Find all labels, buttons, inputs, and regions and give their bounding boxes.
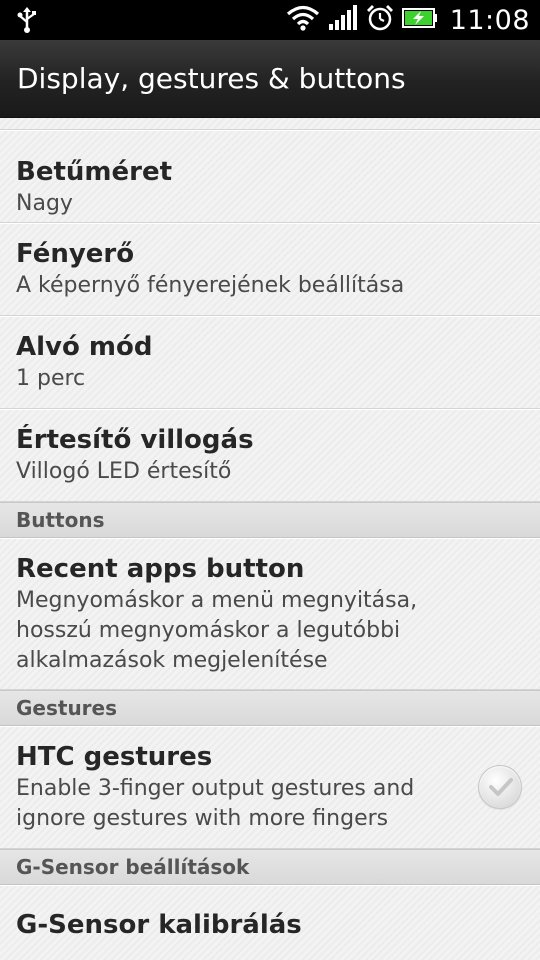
setting-subtitle: A képernyő fényerejének beállítása — [16, 273, 405, 298]
section-header-gsensor: G-Sensor beállítások — [0, 849, 540, 885]
setting-subtitle-line: alkalmazások megjelenítése — [16, 648, 328, 673]
setting-title: Betűméret — [16, 157, 172, 187]
check-icon — [489, 778, 513, 796]
title-bar: Display, gestures & buttons — [0, 40, 540, 118]
setting-title: G-Sensor kalibrálás — [16, 910, 302, 940]
setting-font-size[interactable]: Betűméret Nagy — [0, 130, 540, 223]
settings-list[interactable]: Betűméret Nagy Fényerő A képernyő fényer… — [0, 118, 540, 960]
setting-notification-flash[interactable]: Értesítő villogás Villogó LED értesítő — [0, 409, 540, 502]
htc-gestures-checkbox[interactable] — [478, 765, 522, 809]
setting-recent-apps-button[interactable]: Recent apps button Megnyomáskor a menü m… — [0, 538, 540, 690]
setting-subtitle: 1 perc — [16, 366, 86, 391]
setting-htc-gestures[interactable]: HTC gestures Enable 3-finger output gest… — [0, 726, 540, 849]
setting-sleep[interactable]: Alvó mód 1 perc — [0, 316, 540, 409]
setting-title: Értesítő villogás — [16, 425, 254, 455]
signal-icon — [328, 5, 358, 35]
page-title: Display, gestures & buttons — [17, 62, 406, 95]
setting-brightness[interactable]: Fényerő A képernyő fényerejének beállítá… — [0, 223, 540, 316]
setting-subtitle-line: Enable 3-finger output gestures and — [16, 776, 415, 801]
setting-subtitle: Villogó LED értesítő — [16, 459, 232, 484]
setting-subtitle-line: ignore gestures with more fingers — [16, 806, 389, 831]
section-header-gestures: Gestures — [0, 690, 540, 726]
usb-icon — [14, 6, 40, 34]
status-icons: 11:08 — [286, 0, 530, 40]
status-bar: 11:08 — [0, 0, 540, 40]
setting-title: Fényerő — [16, 239, 135, 269]
setting-title: Alvó mód — [16, 332, 153, 362]
wifi-icon — [286, 4, 320, 36]
alarm-icon — [366, 4, 394, 36]
setting-title: HTC gestures — [16, 742, 213, 772]
setting-subtitle: Nagy — [16, 191, 73, 216]
section-header-buttons: Buttons — [0, 502, 540, 538]
list-top-divider — [0, 118, 540, 130]
setting-subtitle-line: Megnyomáskor a menü megnyitása, — [16, 588, 418, 613]
clock: 11:08 — [449, 4, 530, 36]
setting-title: Recent apps button — [16, 554, 305, 584]
setting-subtitle-line: hosszú megnyomáskor a legutóbbi — [16, 618, 401, 643]
battery-charging-icon — [401, 7, 438, 33]
setting-gsensor-calibration[interactable]: G-Sensor kalibrálás — [0, 885, 540, 960]
